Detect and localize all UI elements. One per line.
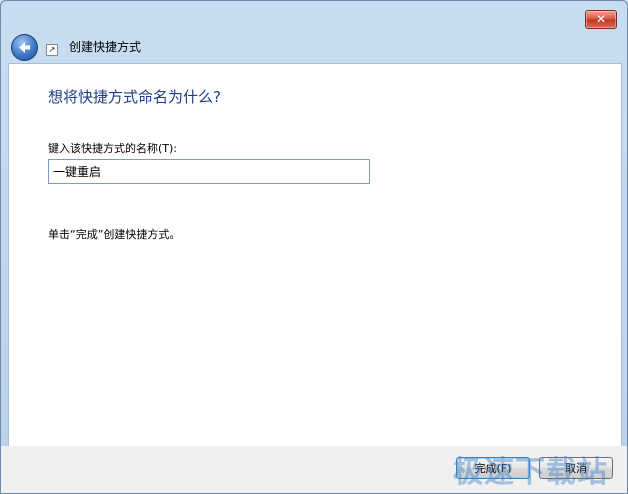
window-title: 创建快捷方式 xyxy=(69,40,142,54)
arrow-left-icon xyxy=(19,42,30,53)
shortcut-icon: ↗ xyxy=(46,44,58,56)
watermark-logo: 极速下载站 xyxy=(453,455,608,490)
name-field-label: 键入该快捷方式的名称(T): xyxy=(48,142,178,155)
close-button[interactable]: ✕ xyxy=(585,10,617,29)
shortcut-name-input[interactable] xyxy=(48,159,370,184)
instruction-text: 单击“完成”创建快捷方式。 xyxy=(48,228,181,241)
dialog-window: ✕ ↗ 创建快捷方式 想将快捷方式命名为什么? 键入该快捷方式的名称(T): 单… xyxy=(0,0,628,494)
back-button[interactable] xyxy=(11,34,38,61)
content-panel: 想将快捷方式命名为什么? 键入该快捷方式的名称(T): 单击“完成”创建快捷方式… xyxy=(8,63,622,447)
page-heading: 想将快捷方式命名为什么? xyxy=(48,88,221,106)
